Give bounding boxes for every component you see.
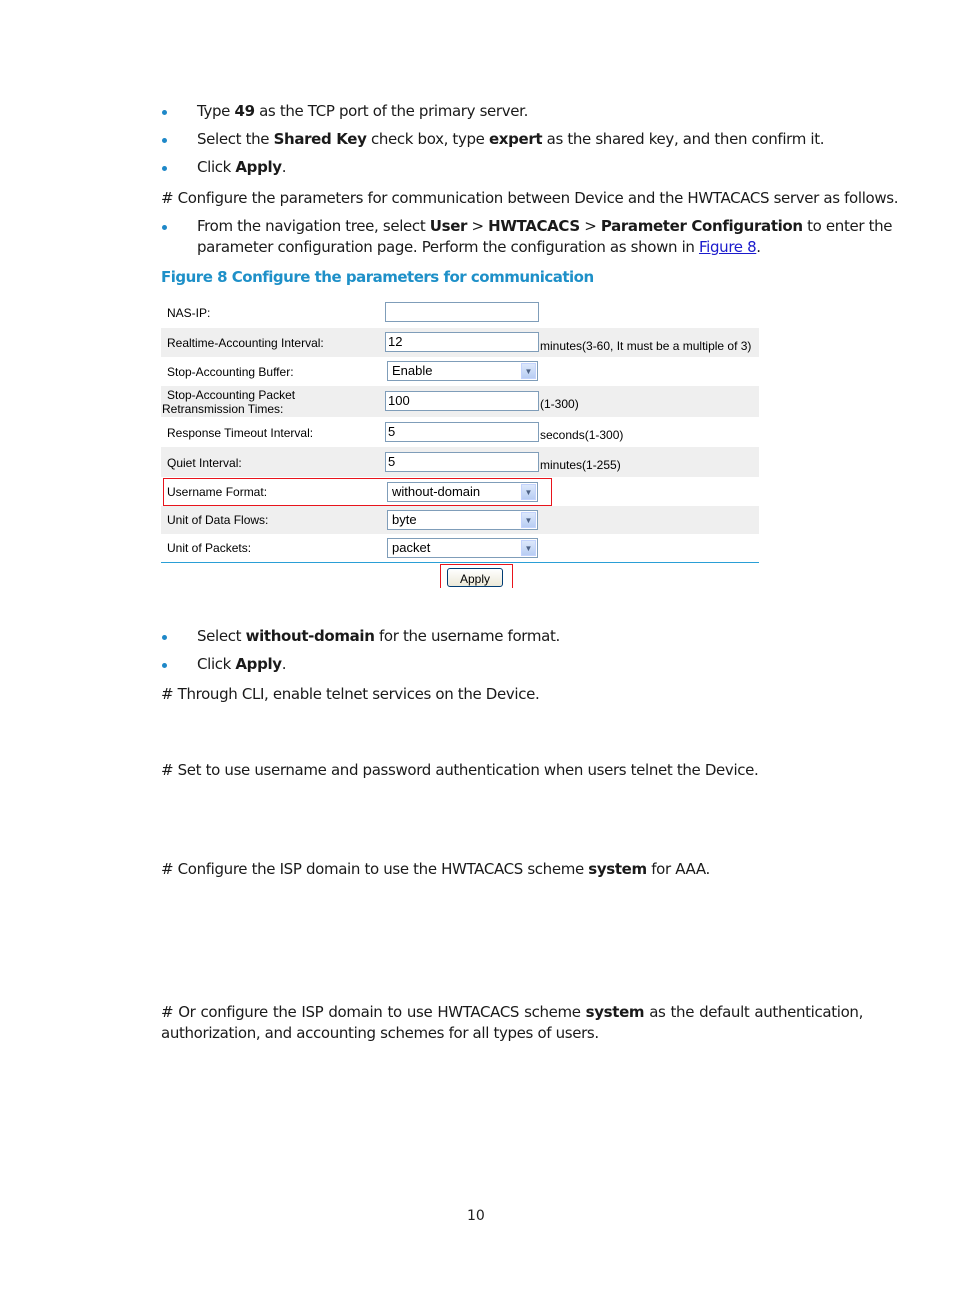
bullet-icon — [162, 166, 167, 171]
unit-packets-label: Unit of Packets: — [167, 541, 252, 555]
nas-ip-input[interactable] — [385, 302, 539, 322]
bullet-icon — [162, 138, 167, 143]
quiet-interval-label: Quiet Interval: — [167, 456, 242, 470]
apply-button-highlight — [440, 564, 513, 588]
unit-data-flows-select[interactable]: byte ▼ — [387, 510, 538, 530]
row-realtime-accounting-interval: Realtime-Accounting Interval: 12 minutes… — [161, 328, 759, 357]
chevron-down-icon[interactable]: ▼ — [521, 512, 536, 528]
stop-retrans-label-line1: Stop-Accounting Packet — [167, 388, 296, 402]
paragraph-configure-parameters: # Configure the parameters for communica… — [161, 189, 899, 207]
bullet-icon — [162, 110, 167, 115]
chevron-down-icon[interactable]: ▼ — [521, 363, 536, 379]
response-timeout-label: Response Timeout Interval: — [167, 426, 314, 440]
step-click-apply: Click Apply. — [197, 158, 287, 176]
paragraph-cli-telnet: # Through CLI, enable telnet services on… — [161, 685, 540, 703]
stop-buffer-label: Stop-Accounting Buffer: — [167, 365, 294, 379]
quiet-interval-hint: minutes(1-255) — [540, 458, 621, 472]
response-timeout-input[interactable]: 5 — [385, 422, 539, 442]
stop-buffer-select[interactable]: Enable ▼ — [387, 361, 538, 381]
unit-data-flows-label: Unit of Data Flows: — [167, 513, 269, 527]
paragraph-auth: # Set to use username and password authe… — [161, 761, 759, 779]
step-navigation-line2: parameter configuration page. Perform th… — [197, 238, 761, 256]
bullet-icon — [162, 663, 167, 668]
chevron-down-icon[interactable]: ▼ — [521, 540, 536, 556]
bullet-icon — [162, 225, 167, 230]
step-tcp-port: Type 49 as the TCP port of the primary s… — [197, 102, 528, 120]
row-nas-ip: NAS-IP: — [161, 298, 759, 327]
username-format-highlight — [163, 478, 552, 506]
unit-packets-select[interactable]: packet ▼ — [387, 538, 538, 558]
row-unit-of-packets: Unit of Packets: packet ▼ — [161, 534, 759, 562]
paragraph-or-configure: # Or configure the ISP domain to use HWT… — [161, 1003, 863, 1042]
realtime-interval-hint: minutes(3-60, It must be a multiple of 3… — [540, 339, 752, 353]
stop-retrans-input[interactable]: 100 — [385, 391, 539, 411]
unit-data-flows-value: byte — [392, 512, 417, 527]
step-shared-key: Select the Shared Key check box, type ex… — [197, 130, 825, 148]
page-number: 10 — [467, 1208, 485, 1224]
nas-ip-label: NAS-IP: — [167, 306, 211, 320]
step-select-without-domain: Select without-domain for the username f… — [197, 627, 560, 645]
stop-retrans-label-line2: Retransmission Times: — [162, 402, 284, 416]
step-click-apply-2: Click Apply. — [197, 655, 287, 673]
quiet-interval-input[interactable]: 5 — [385, 452, 539, 472]
figure-8-link[interactable]: Figure 8 — [699, 238, 757, 256]
form-divider — [161, 562, 759, 563]
realtime-interval-label: Realtime-Accounting Interval: — [167, 336, 324, 350]
bullet-icon — [162, 635, 167, 640]
unit-packets-value: packet — [392, 540, 431, 555]
paragraph-isp-domain: # Configure the ISP domain to use the HW… — [161, 860, 710, 878]
response-timeout-hint: seconds(1-300) — [540, 428, 624, 442]
row-stop-accounting-retransmission: Stop-Accounting Packet Retransmission Ti… — [161, 386, 759, 417]
stop-retrans-hint: (1-300) — [540, 397, 579, 411]
realtime-interval-input[interactable]: 12 — [385, 332, 539, 352]
row-response-timeout-interval: Response Timeout Interval: 5 seconds(1-3… — [161, 417, 759, 447]
figure-caption: Figure 8 Configure the parameters for co… — [161, 268, 594, 286]
row-unit-of-data-flows: Unit of Data Flows: byte ▼ — [161, 506, 759, 534]
step-navigation: From the navigation tree, select User > … — [197, 217, 893, 235]
row-quiet-interval: Quiet Interval: 5 minutes(1-255) — [161, 447, 759, 477]
stop-buffer-value: Enable — [392, 363, 433, 378]
row-stop-accounting-buffer: Stop-Accounting Buffer: Enable ▼ — [161, 357, 759, 386]
